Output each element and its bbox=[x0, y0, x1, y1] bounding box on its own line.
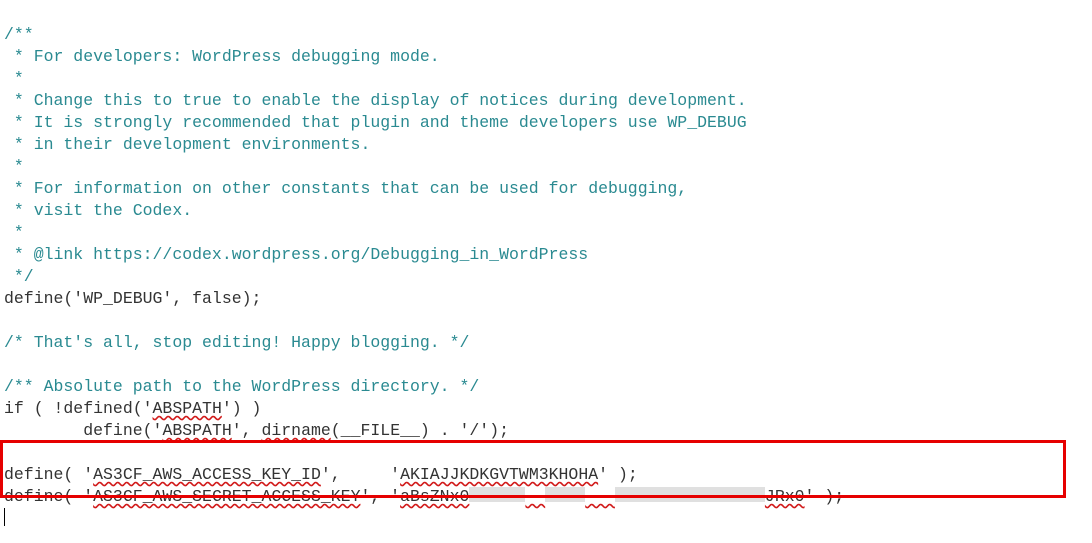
stop-editing-comment: /* That's all, stop editing! Happy blogg… bbox=[4, 333, 469, 352]
define-aws-key-line: define( 'AS3CF_AWS_ACCESS_KEY_ID', 'AKIA… bbox=[4, 465, 638, 484]
code-editor[interactable]: /** * For developers: WordPress debuggin… bbox=[0, 0, 1092, 543]
redacted-secret bbox=[545, 487, 585, 502]
redacted-secret bbox=[469, 487, 525, 502]
define-wp-debug: define('WP_DEBUG', false); bbox=[4, 289, 261, 308]
redacted-secret bbox=[615, 487, 765, 502]
if-abspath-line: if ( !defined('ABSPATH') ) bbox=[4, 399, 261, 418]
define-aws-secret-line: define( 'AS3CF_AWS_SECRET_ACCESS_KEY', '… bbox=[4, 487, 844, 506]
abspath-comment: /** Absolute path to the WordPress direc… bbox=[4, 377, 479, 396]
block-comment: /** * For developers: WordPress debuggin… bbox=[4, 25, 747, 286]
define-abspath-line: define('ABSPATH', dirname(__FILE__) . '/… bbox=[4, 421, 509, 440]
text-cursor bbox=[4, 508, 5, 526]
